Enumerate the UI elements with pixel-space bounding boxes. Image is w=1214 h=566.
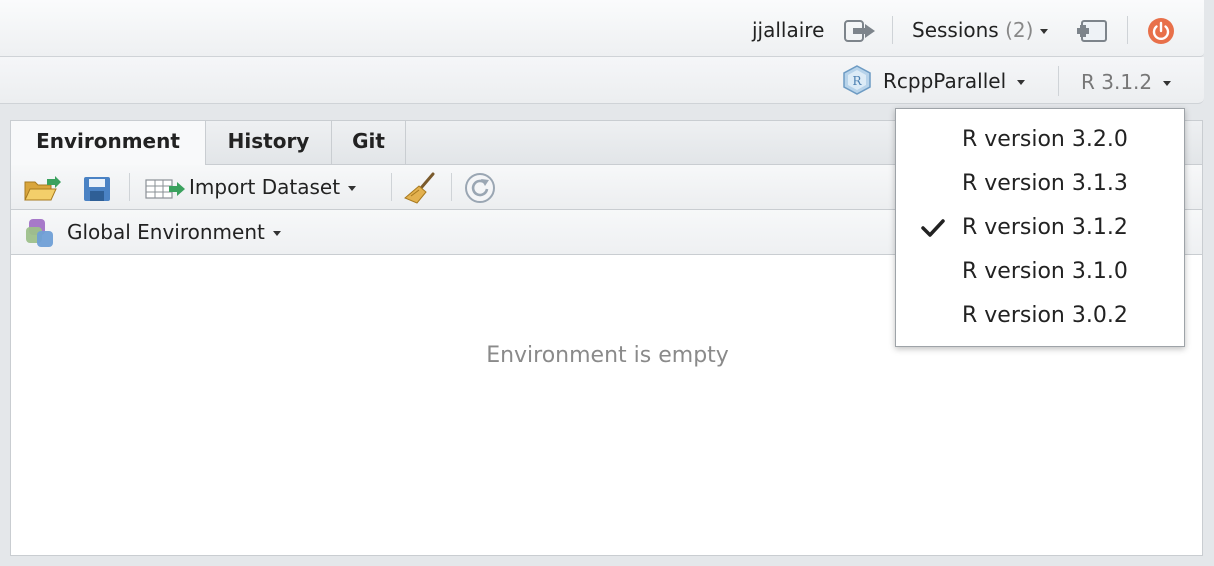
table-import-icon (145, 179, 185, 199)
broom-icon[interactable] (403, 171, 437, 209)
separator (1058, 66, 1059, 96)
menu-item-r-3-2-0[interactable]: R version 3.2.0 (896, 118, 1184, 162)
power-icon[interactable] (1147, 17, 1175, 49)
environment-icon (25, 218, 57, 254)
chevron-down-icon (1039, 29, 1048, 34)
separator (892, 16, 893, 44)
save-icon[interactable] (83, 176, 111, 206)
tab-git[interactable]: Git (332, 121, 406, 164)
project-name: RcppParallel (883, 69, 1007, 93)
chevron-down-icon (348, 186, 357, 191)
r-version-menu[interactable]: R 3.1.2 (1081, 70, 1171, 94)
separator (451, 173, 452, 201)
sessions-label: Sessions (912, 18, 999, 42)
separator (391, 173, 392, 201)
project-icon: R (842, 65, 872, 99)
environment-name: Global Environment (67, 220, 265, 244)
separator (129, 173, 130, 201)
menu-item-r-3-1-3[interactable]: R version 3.1.3 (896, 162, 1184, 206)
r-version-dropdown: R version 3.2.0 R version 3.1.3 R versio… (895, 108, 1185, 347)
menu-item-r-3-1-0[interactable]: R version 3.1.0 (896, 250, 1184, 294)
sign-out-icon[interactable] (843, 17, 877, 49)
import-dataset-menu[interactable]: Import Dataset (189, 175, 357, 199)
tab-history[interactable]: History (206, 121, 332, 164)
username-label: jjallaire (752, 18, 825, 42)
sessions-menu[interactable]: Sessions (2) (912, 18, 1048, 42)
import-dataset-button[interactable] (145, 177, 187, 201)
svg-text:R: R (852, 74, 862, 88)
separator (1127, 16, 1128, 44)
environment-selector[interactable]: Global Environment (67, 220, 282, 244)
refresh-icon[interactable] (464, 172, 496, 208)
tab-environment[interactable]: Environment (11, 121, 206, 165)
chevron-down-icon (273, 231, 282, 236)
import-dataset-label: Import Dataset (189, 175, 341, 199)
menu-item-r-3-1-2[interactable]: R version 3.1.2 (896, 206, 1184, 250)
chevron-down-icon (1162, 81, 1171, 86)
sessions-count: (2) (1005, 18, 1034, 42)
open-folder-icon[interactable] (23, 174, 63, 206)
r-version-label: R 3.1.2 (1081, 70, 1153, 94)
new-session-icon[interactable] (1074, 16, 1110, 50)
menu-item-r-3-0-2[interactable]: R version 3.0.2 (896, 294, 1184, 338)
chevron-down-icon (1016, 80, 1025, 85)
project-menu[interactable]: RcppParallel (883, 69, 1025, 93)
